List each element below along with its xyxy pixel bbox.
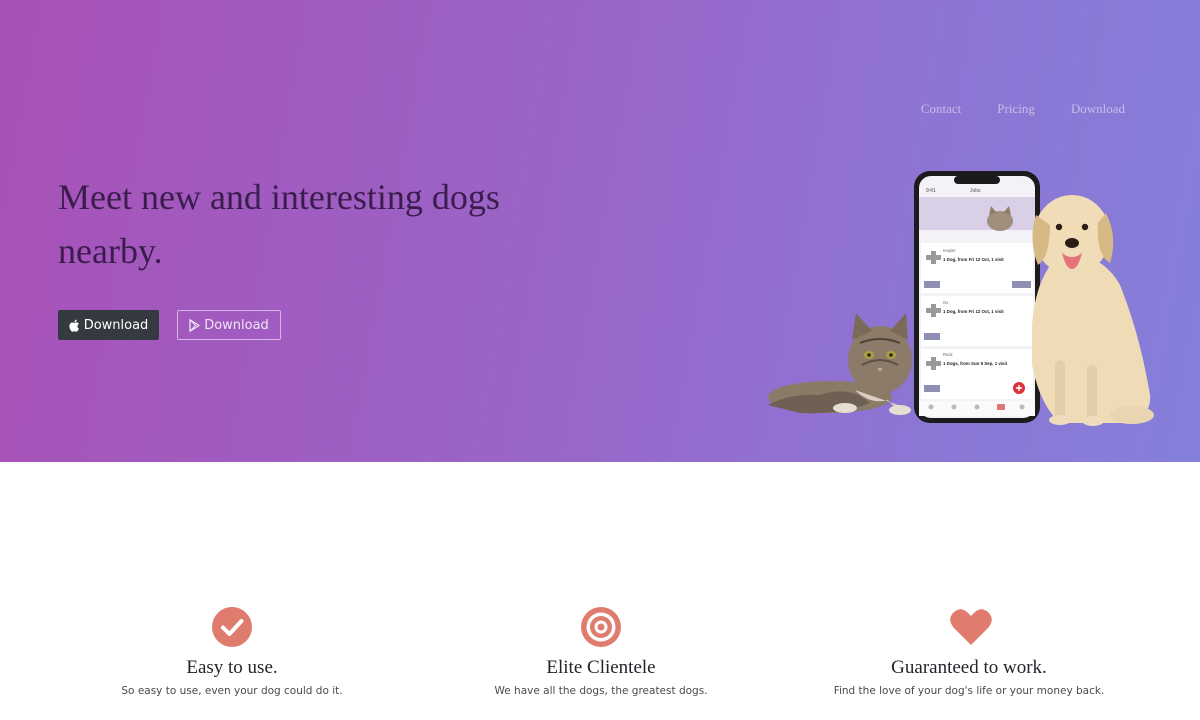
feature-guaranteed: Guaranteed to work. Find the love of you… xyxy=(789,607,1149,697)
app-phone-mockup: 9:41 Jobs Inspire 1 Dog, from Fri 12 Oct… xyxy=(914,171,1040,423)
feature-easy-to-use: Easy to use. So easy to use, even your d… xyxy=(52,607,412,697)
google-play-download-button[interactable]: Download xyxy=(177,310,281,340)
target-icon xyxy=(581,607,621,647)
google-play-download-label: Download xyxy=(204,317,269,333)
app-store-download-button[interactable]: Download xyxy=(58,310,159,340)
app-store-download-label: Download xyxy=(83,317,149,333)
phone-header-title: Jobs xyxy=(970,188,981,194)
phone-status-time: 9:41 xyxy=(926,188,936,194)
phone-card-name: Ox xyxy=(943,300,949,305)
check-circle-icon xyxy=(212,607,252,647)
top-nav: Contact Pricing Download xyxy=(921,101,1125,117)
cat-image xyxy=(768,313,912,415)
feature-description: We have all the dogs, the greatest dogs. xyxy=(494,685,708,697)
phone-job-card: Ox 1 Dog, from Fri 12 Oct, 1 visit xyxy=(921,296,1033,346)
heart-icon xyxy=(949,607,992,647)
hero-illustration: 9:41 Jobs Inspire 1 Dog, from Fri 12 Oct… xyxy=(760,165,1160,427)
feature-elite-clientele: Elite Clientele We have all the dogs, th… xyxy=(421,607,781,697)
phone-card-name: Inspire xyxy=(943,248,956,253)
phone-card-line: 1 Dog, from Fri 12 Oct, 1 visit xyxy=(943,257,1004,262)
features-section: Easy to use. So easy to use, even your d… xyxy=(0,462,1200,720)
nav-download[interactable]: Download xyxy=(1071,101,1125,117)
dog-image xyxy=(1032,195,1154,426)
hero-headline: Meet new and interesting dogs nearby. xyxy=(58,177,500,271)
phone-card-name: Rock xyxy=(943,352,953,357)
feature-title: Elite Clientele xyxy=(546,657,656,678)
feature-description: Find the love of your dog's life or your… xyxy=(833,685,1105,697)
hero-section: Contact Pricing Download Meet new and in… xyxy=(0,0,1200,462)
apple-icon xyxy=(69,319,80,332)
play-store-icon xyxy=(189,318,200,332)
nav-contact[interactable]: Contact xyxy=(921,101,961,117)
feature-title: Easy to use. xyxy=(186,657,278,678)
phone-job-card: Inspire 1 Dog, from Fri 12 Oct, 1 visit xyxy=(921,243,1033,293)
nav-pricing[interactable]: Pricing xyxy=(997,101,1035,117)
feature-title: Guaranteed to work. xyxy=(891,657,1047,678)
feature-description: So easy to use, even your dog could do i… xyxy=(121,685,343,697)
phone-card-line: 1 Dog, from Fri 12 Oct, 1 visit xyxy=(943,309,1004,314)
phone-card-line: 1 Dogs, from Sun 9 Sep, 1 visit xyxy=(943,361,1008,366)
phone-job-card: Rock 1 Dogs, from Sun 9 Sep, 1 visit xyxy=(921,349,1033,399)
